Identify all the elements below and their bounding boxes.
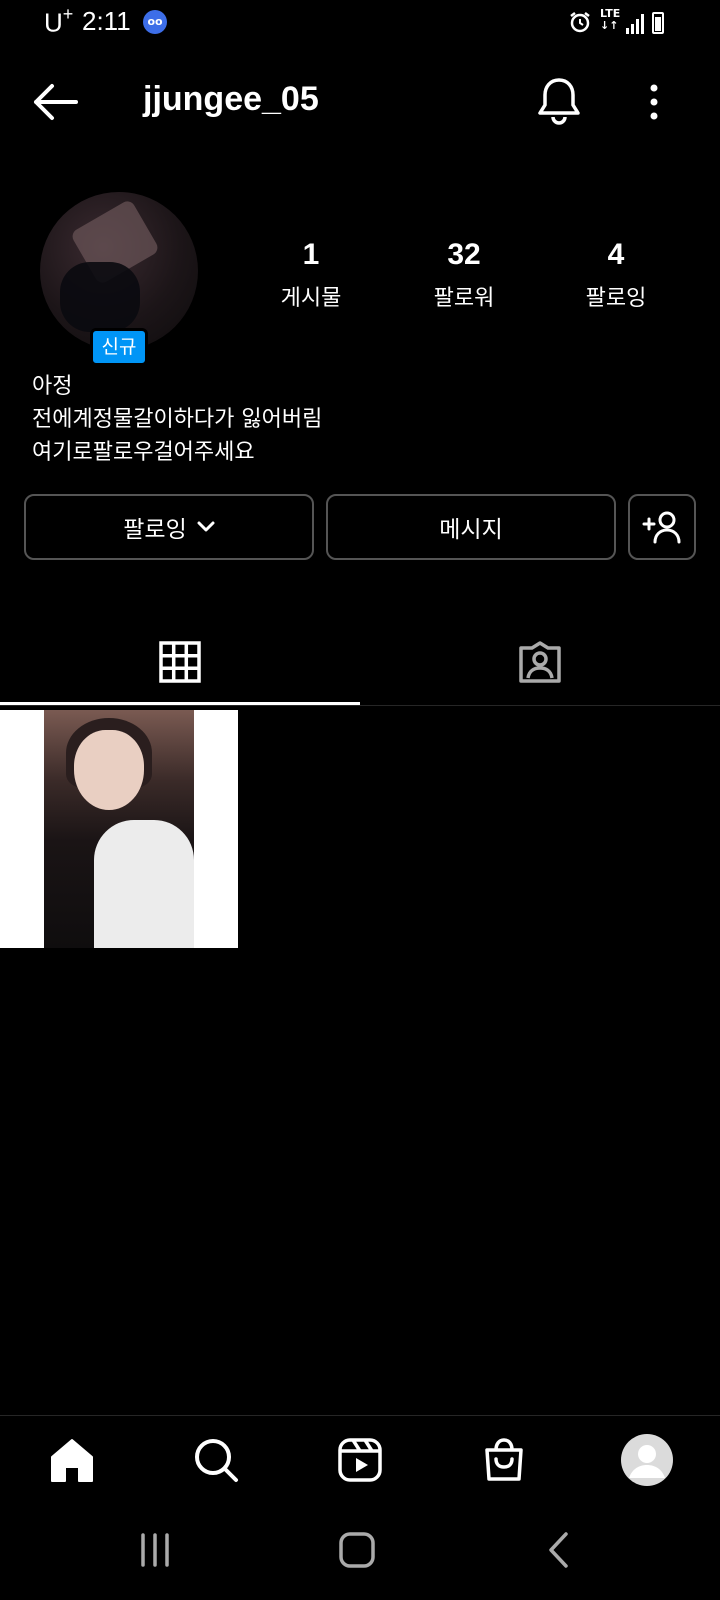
tab-posts-grid[interactable] xyxy=(0,620,360,704)
suggested-users-button[interactable] xyxy=(628,494,696,560)
following-button[interactable]: 팔로잉 xyxy=(24,494,314,560)
tab-tagged[interactable] xyxy=(360,620,720,704)
more-options-icon[interactable] xyxy=(648,84,660,120)
tagged-person-icon xyxy=(519,641,561,683)
back-arrow-icon[interactable] xyxy=(30,82,80,122)
back-chevron-icon xyxy=(549,1532,568,1568)
posts-count[interactable]: 1 게시물 xyxy=(241,238,381,312)
battery-icon xyxy=(652,12,664,34)
recent-apps-button[interactable] xyxy=(130,1520,180,1580)
posts-count-value: 1 xyxy=(302,238,320,271)
recording-icon: oo xyxy=(143,10,167,34)
status-time: 2:11 xyxy=(82,6,131,36)
home-icon xyxy=(51,1439,93,1482)
profile-avatar[interactable] xyxy=(40,192,198,350)
nav-reels[interactable] xyxy=(330,1430,390,1490)
network-type: LTE ↓↑ xyxy=(600,7,621,32)
post-thumbnail[interactable] xyxy=(0,710,238,948)
grid-icon xyxy=(159,641,201,683)
tab-divider xyxy=(0,705,720,706)
bio-name: 아정 xyxy=(32,374,73,399)
bio-line: 전에계정물갈이하다가 잃어버림 xyxy=(32,407,323,432)
post-photo xyxy=(44,710,194,948)
back-button[interactable] xyxy=(534,1520,584,1580)
following-count[interactable]: 4 팔로잉 xyxy=(546,238,686,312)
profile-username: jjungee_05 xyxy=(143,80,319,118)
followers-count-value: 32 xyxy=(447,238,481,271)
nav-home[interactable] xyxy=(42,1430,102,1490)
nav-profile[interactable] xyxy=(617,1430,677,1490)
nav-search[interactable] xyxy=(186,1430,246,1490)
following-button-label: 팔로잉 xyxy=(123,517,187,543)
search-icon xyxy=(195,1439,238,1482)
bio-line: 여기로팔로우걸어주세요 xyxy=(32,440,255,465)
bell-icon[interactable] xyxy=(536,76,582,126)
message-button[interactable]: 메시지 xyxy=(326,494,616,560)
profile-avatar-icon xyxy=(621,1434,673,1486)
reels-icon xyxy=(338,1438,382,1482)
bottom-nav-divider xyxy=(0,1415,720,1416)
followers-count[interactable]: 32 팔로워 xyxy=(394,238,534,312)
signal-icon xyxy=(626,14,644,34)
following-count-value: 4 xyxy=(607,238,625,271)
followers-count-label: 팔로워 xyxy=(433,286,495,311)
home-button[interactable] xyxy=(332,1520,382,1580)
nav-shop[interactable] xyxy=(474,1430,534,1490)
following-count-label: 팔로잉 xyxy=(585,286,647,311)
posts-count-label: 게시물 xyxy=(280,286,342,311)
recent-apps-icon xyxy=(141,1533,169,1567)
alarm-icon xyxy=(570,12,590,33)
shop-bag-icon xyxy=(485,1438,523,1481)
home-square-icon xyxy=(339,1532,375,1568)
chevron-down-icon xyxy=(197,521,215,532)
add-person-icon xyxy=(642,511,681,544)
message-button-label: 메시지 xyxy=(439,517,503,543)
status-bar: U+ 2:11 oo LTE ↓↑ xyxy=(0,0,720,48)
carrier-label: U+ xyxy=(44,4,74,38)
new-badge: 신규 xyxy=(90,328,148,366)
profile-bio: 아정 전에계정물갈이하다가 잃어버림 여기로팔로우걸어주세요 xyxy=(32,370,322,469)
